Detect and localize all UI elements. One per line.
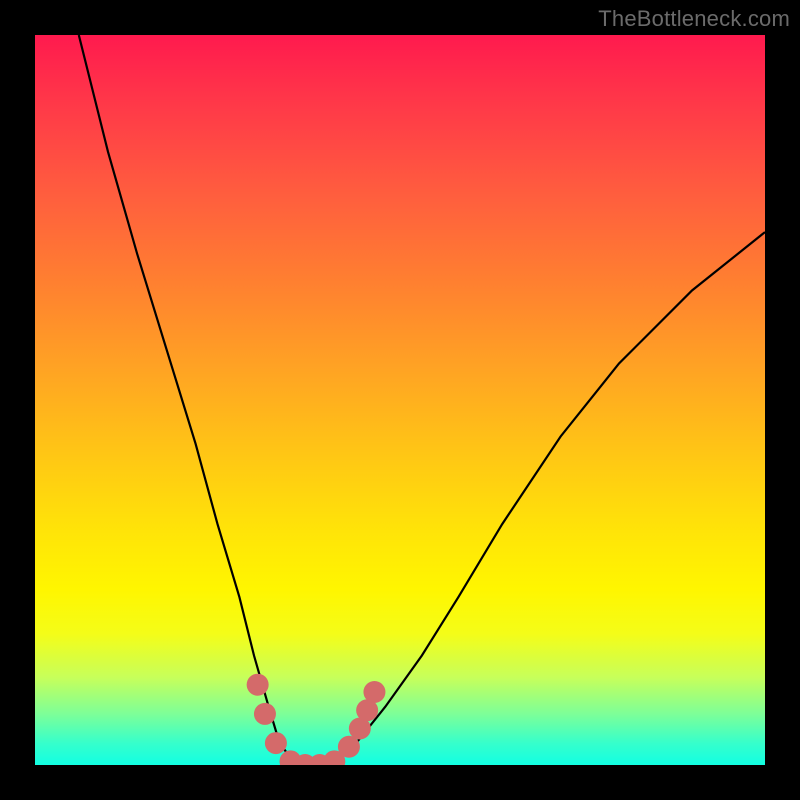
- chart-frame: TheBottleneck.com: [0, 0, 800, 800]
- highlight-points: [247, 674, 386, 765]
- curve-layer: [35, 35, 765, 765]
- plot-area: [35, 35, 765, 765]
- bottleneck-curve: [79, 35, 765, 765]
- watermark-text: TheBottleneck.com: [598, 6, 790, 32]
